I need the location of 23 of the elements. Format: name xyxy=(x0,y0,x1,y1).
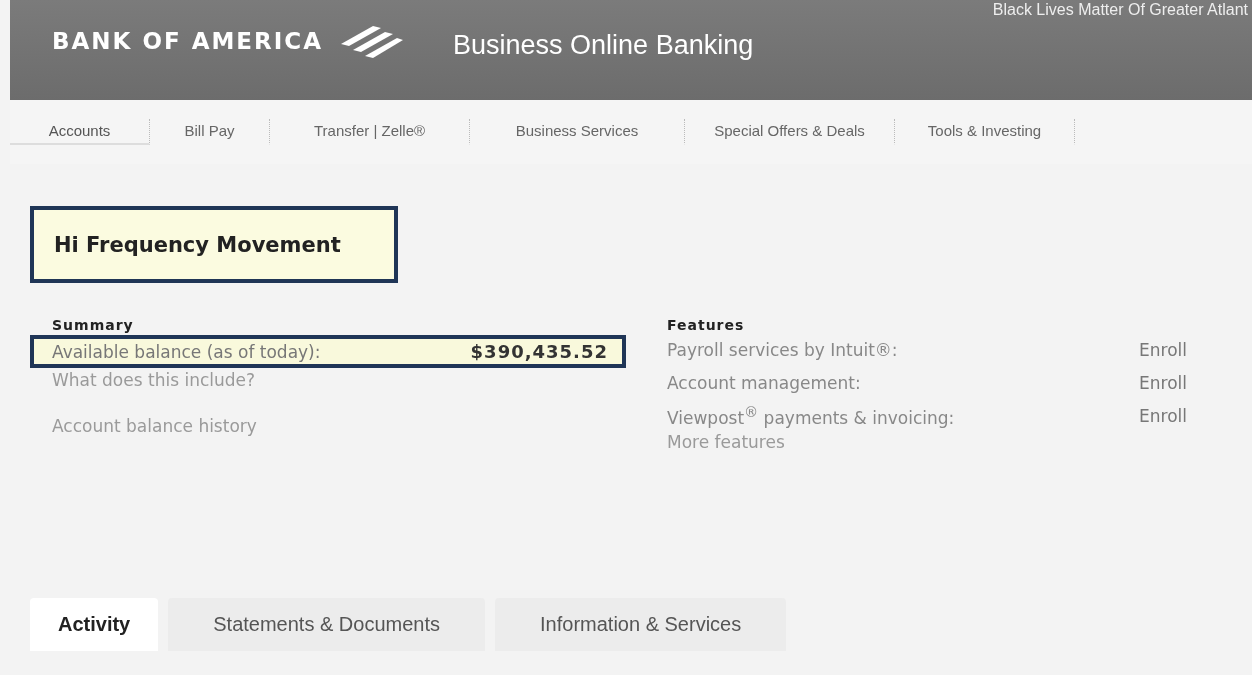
bank-logo: BANK OF AMERICA xyxy=(52,27,324,54)
feature-label: Viewpost$^{®}$ payments & invoicing: xyxy=(667,403,955,428)
top-note: Black Lives Matter Of Greater Atlant xyxy=(992,1,1248,19)
product-title: Business Online Banking xyxy=(453,29,754,61)
nav-item[interactable]: Tools & Investing xyxy=(895,119,1075,145)
tab[interactable]: Information & Services xyxy=(495,598,787,651)
nav-item[interactable]: Special Offers & Deals xyxy=(685,119,895,145)
tab[interactable]: Statements & Documents xyxy=(168,598,486,651)
feature-label: Payroll services by Intuit®: xyxy=(667,339,898,360)
tab[interactable]: Activity xyxy=(30,598,159,651)
nav-item[interactable]: Business Services xyxy=(470,119,685,145)
enroll-link[interactable]: Enroll xyxy=(1139,339,1187,360)
features-heading: Features xyxy=(667,317,746,333)
summary-heading: Summary xyxy=(52,317,135,333)
enroll-link[interactable]: Enroll xyxy=(1139,372,1187,393)
nav-item[interactable]: Transfer | Zelle® xyxy=(270,119,470,145)
balance-amount: $390,435.52 xyxy=(470,341,608,362)
enroll-link[interactable]: Enroll xyxy=(1139,405,1187,426)
feature-label: Account management: xyxy=(667,372,861,393)
nav-item[interactable]: Accounts xyxy=(10,119,150,145)
nav-item[interactable]: Bill Pay xyxy=(150,119,270,145)
account-title: Hi Frequency Movement xyxy=(54,232,341,257)
balance-label: Available balance (as of today): xyxy=(52,341,321,362)
